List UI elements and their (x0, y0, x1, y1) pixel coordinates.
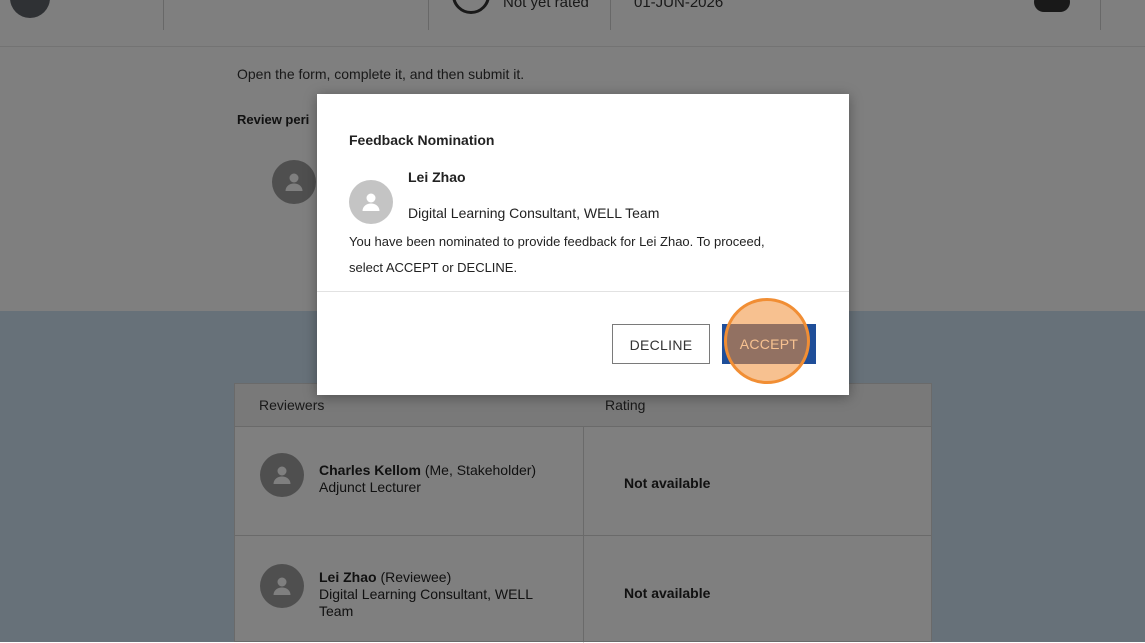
dialog-title: Feedback Nomination (349, 132, 495, 148)
dialog-divider (317, 291, 849, 292)
feedback-nomination-dialog: Feedback Nomination Lei Zhao Digital Lea… (317, 94, 849, 395)
nominee-role: Digital Learning Consultant, WELL Team (408, 205, 660, 221)
accept-button[interactable]: ACCEPT (722, 324, 816, 364)
nomination-instruction: select ACCEPT or DECLINE. (349, 260, 518, 275)
user-avatar-icon (349, 180, 393, 224)
nominee-name: Lei Zhao (408, 169, 466, 185)
decline-button[interactable]: DECLINE (612, 324, 710, 364)
nomination-message: You have been nominated to provide feedb… (349, 234, 765, 249)
